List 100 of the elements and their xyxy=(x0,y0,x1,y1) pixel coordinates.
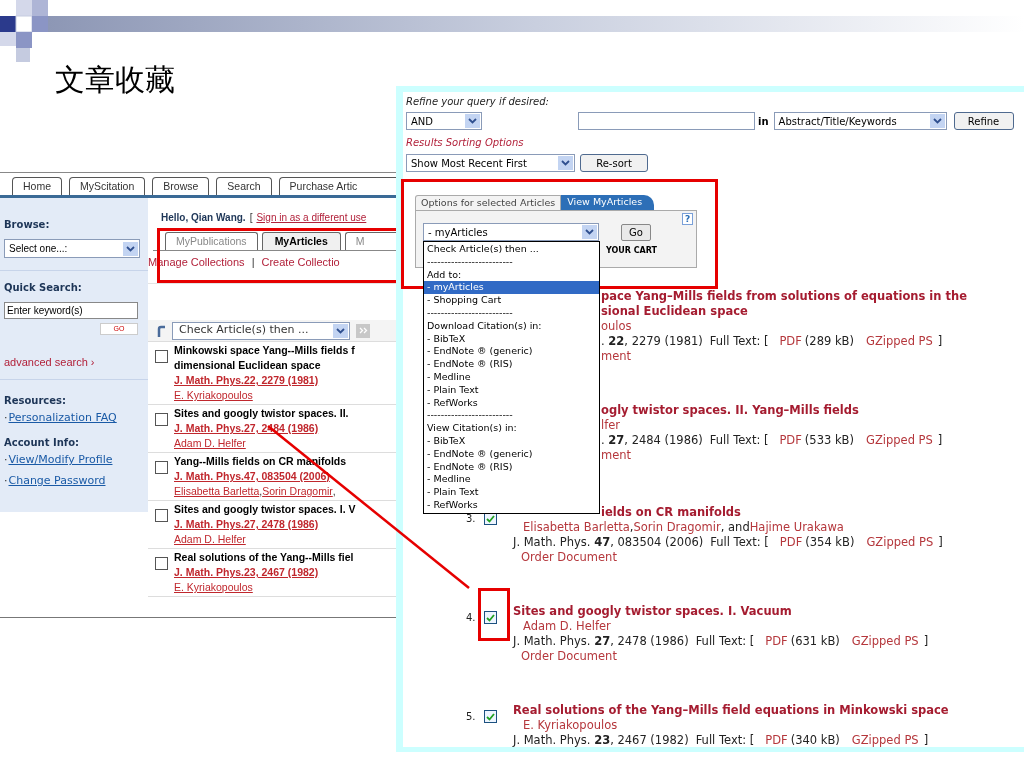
checkbox[interactable] xyxy=(155,413,168,426)
nav-tab[interactable]: Purchase Artic xyxy=(278,177,396,195)
author-link[interactable]: E. Kyriakopoulos xyxy=(174,388,253,403)
menu-option[interactable]: Check Article(s) then ... xyxy=(424,243,599,256)
order-link[interactable]: Order Document xyxy=(513,550,617,565)
checkbox[interactable] xyxy=(155,461,168,474)
article-title[interactable]: Sites and googly twistor spaces. I. Vacuum xyxy=(513,604,792,619)
tab[interactable]: MyArticles xyxy=(261,232,341,250)
author-link[interactable]: Sorin Dragomir xyxy=(633,520,721,535)
checkbox[interactable] xyxy=(484,611,497,624)
sidebar-heading: Account Info: xyxy=(4,436,81,449)
sidebar-link[interactable]: Personalization FAQ xyxy=(8,411,117,424)
menu-option[interactable]: Download Citation(s) in: xyxy=(424,319,599,333)
article-title[interactable]: Sites and googly twistor spaces. II. xyxy=(174,406,349,421)
citation-text: J. Math. Phys. 23, 2467 (1982) xyxy=(513,733,689,747)
menu-option[interactable]: ------------------------- xyxy=(424,409,599,423)
author-link[interactable]: E. Kyriakopoulos xyxy=(523,718,618,733)
go-button[interactable]: Go xyxy=(621,223,651,241)
author-link[interactable]: Elisabetta Barletta xyxy=(523,520,630,535)
pdf-link[interactable]: PDF xyxy=(779,433,802,448)
gzipped-ps-link[interactable]: GZipped PS xyxy=(866,535,934,550)
article-title[interactable]: Real solutions of the Yang--Mills fiel xyxy=(174,550,354,565)
gzipped-ps-link[interactable]: GZipped PS xyxy=(851,634,919,649)
article-title[interactable]: Real solutions of the Yang–Mills field equations in Minkowski space xyxy=(513,703,949,718)
menu-option[interactable]: - Plain Text xyxy=(424,383,599,397)
pdf-link[interactable]: PDF xyxy=(765,733,788,747)
action-select[interactable]: Check Article(s) then ... xyxy=(172,321,350,340)
menu-option[interactable]: Add to: xyxy=(424,268,599,282)
menu-option[interactable]: - BibTeX xyxy=(424,332,599,346)
menu-option[interactable]: View Citation(s) in: xyxy=(424,422,599,435)
author-link[interactable]: oulos xyxy=(601,319,632,334)
tab[interactable]: M xyxy=(344,232,396,250)
menu-option[interactable]: - Shopping Cart xyxy=(424,294,599,307)
article-title[interactable]: Minkowski space Yang--Mills fields f dimensional Euclidean space xyxy=(174,343,355,373)
citation-link[interactable]: J. Math. Phys.27, 2478 (1986) xyxy=(174,517,319,532)
order-link[interactable]: ment xyxy=(601,448,632,463)
nav-tab[interactable]: Home xyxy=(12,177,62,195)
menu-option[interactable]: ------------------------- xyxy=(424,255,599,269)
article-title[interactable]: ields on CR manifolds xyxy=(601,505,741,520)
author-link[interactable]: Sorin Dragomir xyxy=(262,484,333,499)
citation-link[interactable]: J. Math. Phys.47, 083504 (2006) xyxy=(174,469,330,484)
menu-option[interactable]: - myArticles xyxy=(424,281,599,295)
author-link[interactable]: Adam D. Helfer xyxy=(174,532,246,547)
menu-option[interactable]: - EndNote ® (RIS) xyxy=(424,358,599,371)
author-link[interactable]: Hajime Urakawa xyxy=(749,520,844,535)
menu-option[interactable]: ------------------------- xyxy=(424,307,599,320)
checkbox[interactable] xyxy=(155,509,168,522)
resort-button[interactable]: Re-sort xyxy=(580,154,648,172)
checkbox[interactable] xyxy=(484,710,497,723)
keyword-field[interactable]: Enter keyword(s) xyxy=(4,302,138,319)
article-title[interactable]: ogly twistor spaces. II. Yang–Mills fields xyxy=(601,403,859,418)
tab[interactable]: MyPublications xyxy=(165,232,258,250)
sidebar-link[interactable]: Change Password xyxy=(8,474,106,487)
pdf-link[interactable]: PDF xyxy=(765,634,788,649)
sort-select[interactable]: Show Most Recent First xyxy=(406,154,575,172)
bullet-mark: · xyxy=(4,474,8,487)
author-link[interactable]: lfer xyxy=(601,418,621,433)
menu-option[interactable]: - EndNote ® (generic) xyxy=(424,345,599,359)
citation-link[interactable]: J. Math. Phys.22, 2279 (1981) xyxy=(174,373,319,388)
sign-in-link[interactable]: Sign in as a different use xyxy=(256,211,367,224)
author-link[interactable]: Adam D. Helfer xyxy=(174,436,246,451)
gzipped-ps-link[interactable]: GZipped PS xyxy=(865,433,933,448)
article-title[interactable]: Sites and googly twistor spaces. I. V xyxy=(174,502,356,517)
nav-tab[interactable]: Browse xyxy=(152,177,210,195)
menu-option[interactable]: - Medline xyxy=(424,473,599,487)
nav-tab[interactable]: Search xyxy=(216,177,272,195)
author-link[interactable]: Adam D. Helfer xyxy=(523,619,611,634)
checkbox[interactable] xyxy=(155,557,168,570)
tab[interactable]: Options for selected Articles xyxy=(415,195,562,210)
operator-select[interactable]: AND xyxy=(406,112,482,130)
collection-link[interactable]: Create Collectio xyxy=(261,256,340,269)
browse-select[interactable]: Select one...: xyxy=(4,239,140,258)
sidebar-link[interactable]: View/Modify Profile xyxy=(8,453,113,466)
query-field[interactable] xyxy=(578,112,755,130)
citation-link[interactable]: J. Math. Phys.23, 2467 (1982) xyxy=(174,565,319,580)
order-link[interactable]: ment xyxy=(601,349,632,364)
gzipped-ps-link[interactable]: GZipped PS xyxy=(865,334,933,349)
file-size: (289 kB) xyxy=(804,334,854,349)
author-link[interactable]: E. Kyriakopoulos xyxy=(174,580,253,595)
menu-option[interactable]: - Plain Text xyxy=(424,486,599,499)
file-size: (354 kB) xyxy=(805,535,855,550)
pdf-link[interactable]: PDF xyxy=(779,334,802,349)
gzipped-ps-link[interactable]: GZipped PS xyxy=(851,733,919,747)
menu-option[interactable]: - BibTeX xyxy=(424,434,599,448)
menu-option[interactable]: - EndNote ® (RIS) xyxy=(424,460,599,474)
menu-option[interactable]: - RefWorks xyxy=(424,498,599,512)
order-link[interactable]: Order Document xyxy=(513,649,617,664)
field-select[interactable]: Abstract/Title/Keywords xyxy=(773,112,947,130)
menu-option[interactable]: - Medline xyxy=(424,370,599,384)
pdf-link[interactable]: PDF xyxy=(779,535,803,550)
advanced-search-link[interactable]: advanced search › xyxy=(4,356,140,369)
refine-button[interactable]: Refine xyxy=(953,112,1014,130)
action-select[interactable]: - myArticles xyxy=(423,223,599,241)
menu-option[interactable]: - EndNote ® (generic) xyxy=(424,447,599,461)
nav-tab[interactable]: MyScitation xyxy=(69,177,146,195)
menu-option[interactable]: - RefWorks xyxy=(424,396,599,410)
article-title[interactable]: pace Yang–Mills fields from solutions of equations in the sional Euclidean space xyxy=(601,289,967,319)
tab[interactable]: View MyArticles xyxy=(561,195,655,210)
checkbox[interactable] xyxy=(155,350,168,363)
help-button[interactable]: ? xyxy=(682,213,693,225)
